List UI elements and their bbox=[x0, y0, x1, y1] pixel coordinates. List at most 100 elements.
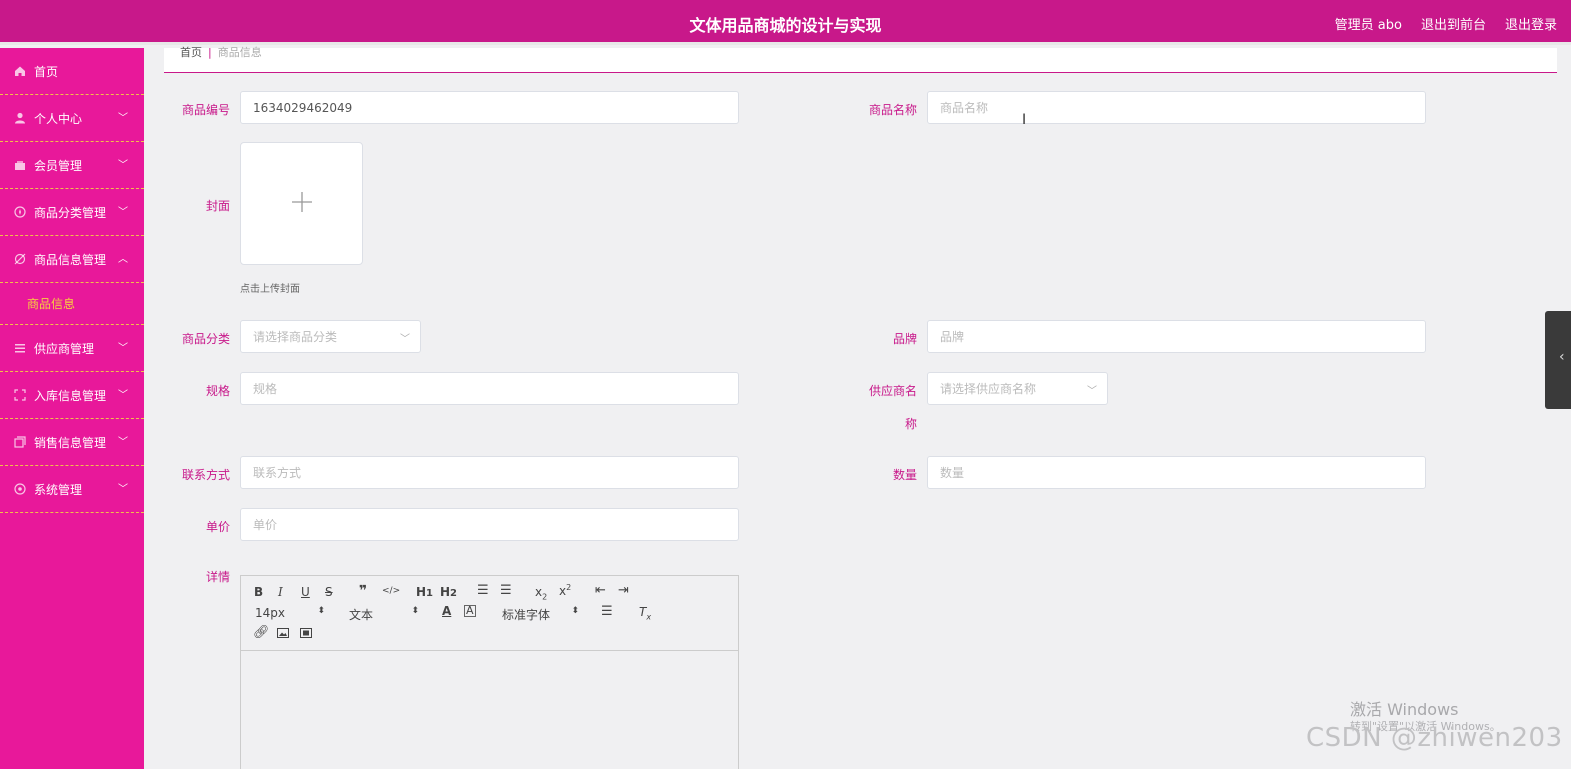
csdn-watermark: CSDN @zhiwen203 bbox=[1306, 723, 1563, 753]
windows-activation-watermark: 激活 Windows bbox=[1350, 700, 1459, 719]
brand-label: 品牌 bbox=[892, 332, 917, 346]
detail-label: 详情 bbox=[205, 570, 230, 584]
code-block-button[interactable]: </> bbox=[382, 586, 400, 596]
sidebar-item-label: 销售信息管理 bbox=[34, 435, 107, 450]
sidebar-item-profile[interactable]: 个人中心 ﹀ bbox=[0, 95, 144, 142]
qty-label: 数量 bbox=[892, 468, 917, 482]
admin-user-label: 管理员 abo bbox=[1334, 18, 1402, 33]
font-size-select[interactable]: 14px ⬍ bbox=[255, 606, 325, 620]
goods-name-input[interactable]: 商品名称 bbox=[927, 91, 1426, 124]
price-input[interactable]: 单价 bbox=[240, 508, 739, 541]
contact-label: 联系方式 bbox=[181, 468, 230, 482]
qty-input[interactable]: 数量 bbox=[927, 456, 1426, 489]
format-value: 文本 bbox=[349, 608, 374, 622]
goods-no-input[interactable]: 1634029462049 bbox=[240, 91, 739, 124]
image-icon[interactable] bbox=[277, 627, 289, 641]
font-family-value: 标准字体 bbox=[502, 608, 551, 622]
blockquote-button[interactable]: ❞ bbox=[359, 583, 367, 599]
background-color-button[interactable]: A bbox=[464, 605, 476, 617]
user-icon bbox=[14, 112, 26, 124]
cover-upload-button[interactable] bbox=[240, 142, 363, 265]
supplier-placeholder: 请选择供应商名称 bbox=[940, 382, 1037, 396]
sidebar-item-home[interactable]: 首页 bbox=[0, 48, 144, 95]
sidebar: 首页 个人中心 ﹀ 会员管理 ﹀ 商品分类管理 ﹀ 商品信息管理 ︿ 商品信息 bbox=[0, 48, 144, 769]
chevron-down-icon: ﹀ bbox=[400, 334, 410, 345]
chevron-down-icon: ﹀ bbox=[118, 437, 128, 448]
chevron-down-icon: ﹀ bbox=[118, 484, 128, 495]
cover-label: 封面 bbox=[205, 199, 230, 213]
sidebar-item-label: 商品分类管理 bbox=[34, 205, 107, 220]
list-icon bbox=[14, 342, 26, 354]
video-icon[interactable] bbox=[300, 627, 312, 641]
rich-text-editor: B I U S ❞ </> H1 H2 ☰ ☰ x2 x2 ⇤ ⇥ 14px ⬍ … bbox=[240, 575, 739, 769]
superscript-button[interactable]: x2 bbox=[559, 583, 571, 598]
sidebar-item-label: 商品信息管理 bbox=[34, 252, 107, 267]
clear-format-button[interactable]: Tx bbox=[639, 605, 651, 621]
sidebar-item-sales[interactable]: 销售信息管理 ﹀ bbox=[0, 419, 144, 466]
category-icon bbox=[14, 206, 26, 218]
contact-input[interactable]: 联系方式 bbox=[240, 456, 739, 489]
sidebar-item-members[interactable]: 会员管理 ﹀ bbox=[0, 142, 144, 189]
submenu-goods-info[interactable]: 商品信息 bbox=[0, 283, 144, 325]
category-placeholder: 请选择商品分类 bbox=[253, 330, 338, 344]
breadcrumb-home[interactable]: 首页 bbox=[180, 46, 202, 59]
goods-icon bbox=[14, 253, 26, 265]
spec-input[interactable]: 规格 bbox=[240, 372, 739, 405]
h2-button[interactable]: H2 bbox=[440, 585, 457, 599]
goods-no-label: 商品编号 bbox=[181, 103, 230, 117]
supplier-label-line2: 称 bbox=[904, 417, 917, 431]
sidebar-item-system[interactable]: 系统管理 ﹀ bbox=[0, 466, 144, 513]
italic-button[interactable]: I bbox=[278, 585, 283, 599]
chevron-up-icon: ︿ bbox=[118, 254, 128, 265]
home-icon bbox=[14, 65, 26, 77]
editor-toolbar: B I U S ❞ </> H1 H2 ☰ ☰ x2 x2 ⇤ ⇥ 14px ⬍ … bbox=[241, 576, 738, 651]
strike-button[interactable]: S bbox=[325, 585, 333, 599]
breadcrumb-current: 商品信息 bbox=[217, 46, 262, 59]
font-family-select[interactable]: 标准字体 ⬍ bbox=[502, 606, 579, 623]
submenu-label: 商品信息 bbox=[27, 297, 76, 311]
sales-icon bbox=[14, 436, 26, 448]
bullet-list-button[interactable]: ☰ bbox=[500, 583, 512, 598]
bold-button[interactable]: B bbox=[254, 585, 263, 599]
chevron-down-icon: ﹀ bbox=[118, 390, 128, 401]
top-bar: 文体用品商城的设计与实现 管理员 abo 退出到前台 退出登录 bbox=[0, 0, 1571, 45]
indent-button[interactable]: ⇥ bbox=[618, 583, 629, 598]
chevron-left-icon: ‹ bbox=[1559, 349, 1565, 365]
exit-to-front-link[interactable]: 退出到前台 bbox=[1421, 14, 1486, 33]
price-label: 单价 bbox=[205, 520, 230, 534]
ordered-list-button[interactable]: ☰ bbox=[477, 583, 489, 598]
sidebar-item-goods[interactable]: 商品信息管理 ︿ bbox=[0, 236, 144, 283]
link-icon[interactable]: 🔗︎ bbox=[253, 625, 270, 640]
align-button[interactable]: ☰ bbox=[601, 604, 613, 619]
chevron-down-icon: ﹀ bbox=[118, 343, 128, 354]
text-cursor-icon: I bbox=[1022, 112, 1027, 128]
stock-in-icon bbox=[14, 389, 26, 401]
brand-input[interactable]: 品牌 bbox=[927, 320, 1426, 353]
format-select[interactable]: 文本 ⬍ bbox=[349, 606, 419, 623]
outdent-button[interactable]: ⇤ bbox=[595, 583, 606, 598]
logout-link[interactable]: 退出登录 bbox=[1505, 14, 1557, 33]
supplier-select[interactable]: 请选择供应商名称 ﹀ bbox=[927, 372, 1108, 405]
font-size-value: 14px bbox=[255, 606, 285, 620]
header-actions: 管理员 abo 退出到前台 退出登录 bbox=[1335, 14, 1557, 33]
sidebar-item-category[interactable]: 商品分类管理 ﹀ bbox=[0, 189, 144, 236]
spec-label: 规格 bbox=[205, 384, 230, 398]
goods-name-label: 商品名称 bbox=[868, 103, 917, 117]
supplier-label-line1: 供应商名 bbox=[868, 384, 917, 398]
editor-content-area[interactable] bbox=[241, 651, 738, 769]
category-label: 商品分类 bbox=[181, 332, 230, 346]
system-icon bbox=[14, 483, 26, 495]
h1-button[interactable]: H1 bbox=[416, 585, 433, 599]
sidebar-item-label: 入库信息管理 bbox=[34, 388, 107, 403]
category-select[interactable]: 请选择商品分类 ﹀ bbox=[240, 320, 421, 353]
sidebar-item-stock-in[interactable]: 入库信息管理 ﹀ bbox=[0, 372, 144, 419]
underline-button[interactable]: U bbox=[301, 585, 310, 599]
sidebar-item-label: 首页 bbox=[34, 64, 59, 79]
sidebar-item-label: 系统管理 bbox=[34, 482, 83, 497]
side-drawer-tab[interactable]: ‹ bbox=[1545, 311, 1571, 409]
main-content: 首页 | 商品信息 商品编号 1634029462049 商品名称 商品名称 封面 … bbox=[164, 46, 1557, 769]
subscript-button[interactable]: x2 bbox=[535, 585, 547, 601]
sidebar-item-label: 个人中心 bbox=[34, 111, 83, 126]
text-color-button[interactable]: A bbox=[442, 604, 451, 618]
sidebar-item-supplier[interactable]: 供应商管理 ﹀ bbox=[0, 325, 144, 372]
